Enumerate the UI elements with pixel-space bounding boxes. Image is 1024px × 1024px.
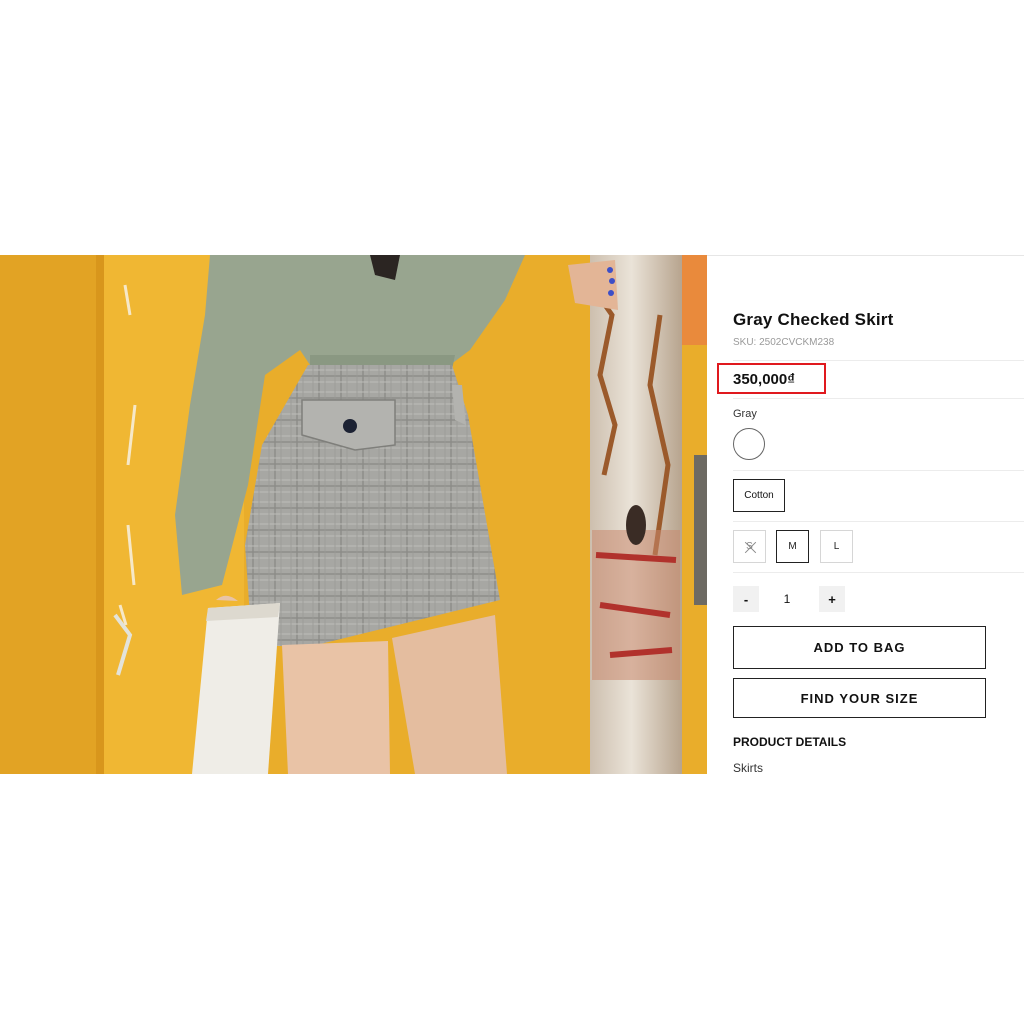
color-label: Gray: [733, 408, 757, 420]
material-option-cotton[interactable]: Cotton: [733, 479, 785, 512]
product-sku: SKU: 2502CVCKM238: [733, 337, 834, 348]
divider: [733, 470, 1024, 471]
divider: [733, 398, 1024, 399]
quantity-increase-button[interactable]: +: [819, 586, 845, 612]
product-category: Skirts: [733, 761, 763, 775]
size-option-m[interactable]: M: [776, 530, 809, 563]
quantity-value[interactable]: 1: [759, 586, 815, 612]
sku-prefix: SKU:: [733, 337, 757, 348]
product-info-panel: Gray Checked Skirt SKU: 2502CVCKM238 350…: [707, 255, 1024, 775]
add-to-bag-button[interactable]: ADD TO BAG: [733, 626, 986, 669]
color-swatch-gray[interactable]: [733, 428, 765, 460]
product-details-heading: PRODUCT DETAILS: [733, 735, 847, 749]
divider: [733, 572, 1024, 573]
product-photo: [0, 255, 707, 774]
size-option-l[interactable]: L: [820, 530, 853, 563]
size-option-s[interactable]: S: [733, 530, 766, 563]
quantity-decrease-button[interactable]: -: [733, 586, 759, 612]
divider: [733, 360, 1024, 361]
find-your-size-button[interactable]: FIND YOUR SIZE: [733, 678, 986, 718]
sku-value: 2502CVCKM238: [759, 337, 835, 348]
divider: [733, 521, 1024, 522]
product-title: Gray Checked Skirt: [733, 310, 894, 329]
price-highlight-box: [717, 363, 826, 394]
